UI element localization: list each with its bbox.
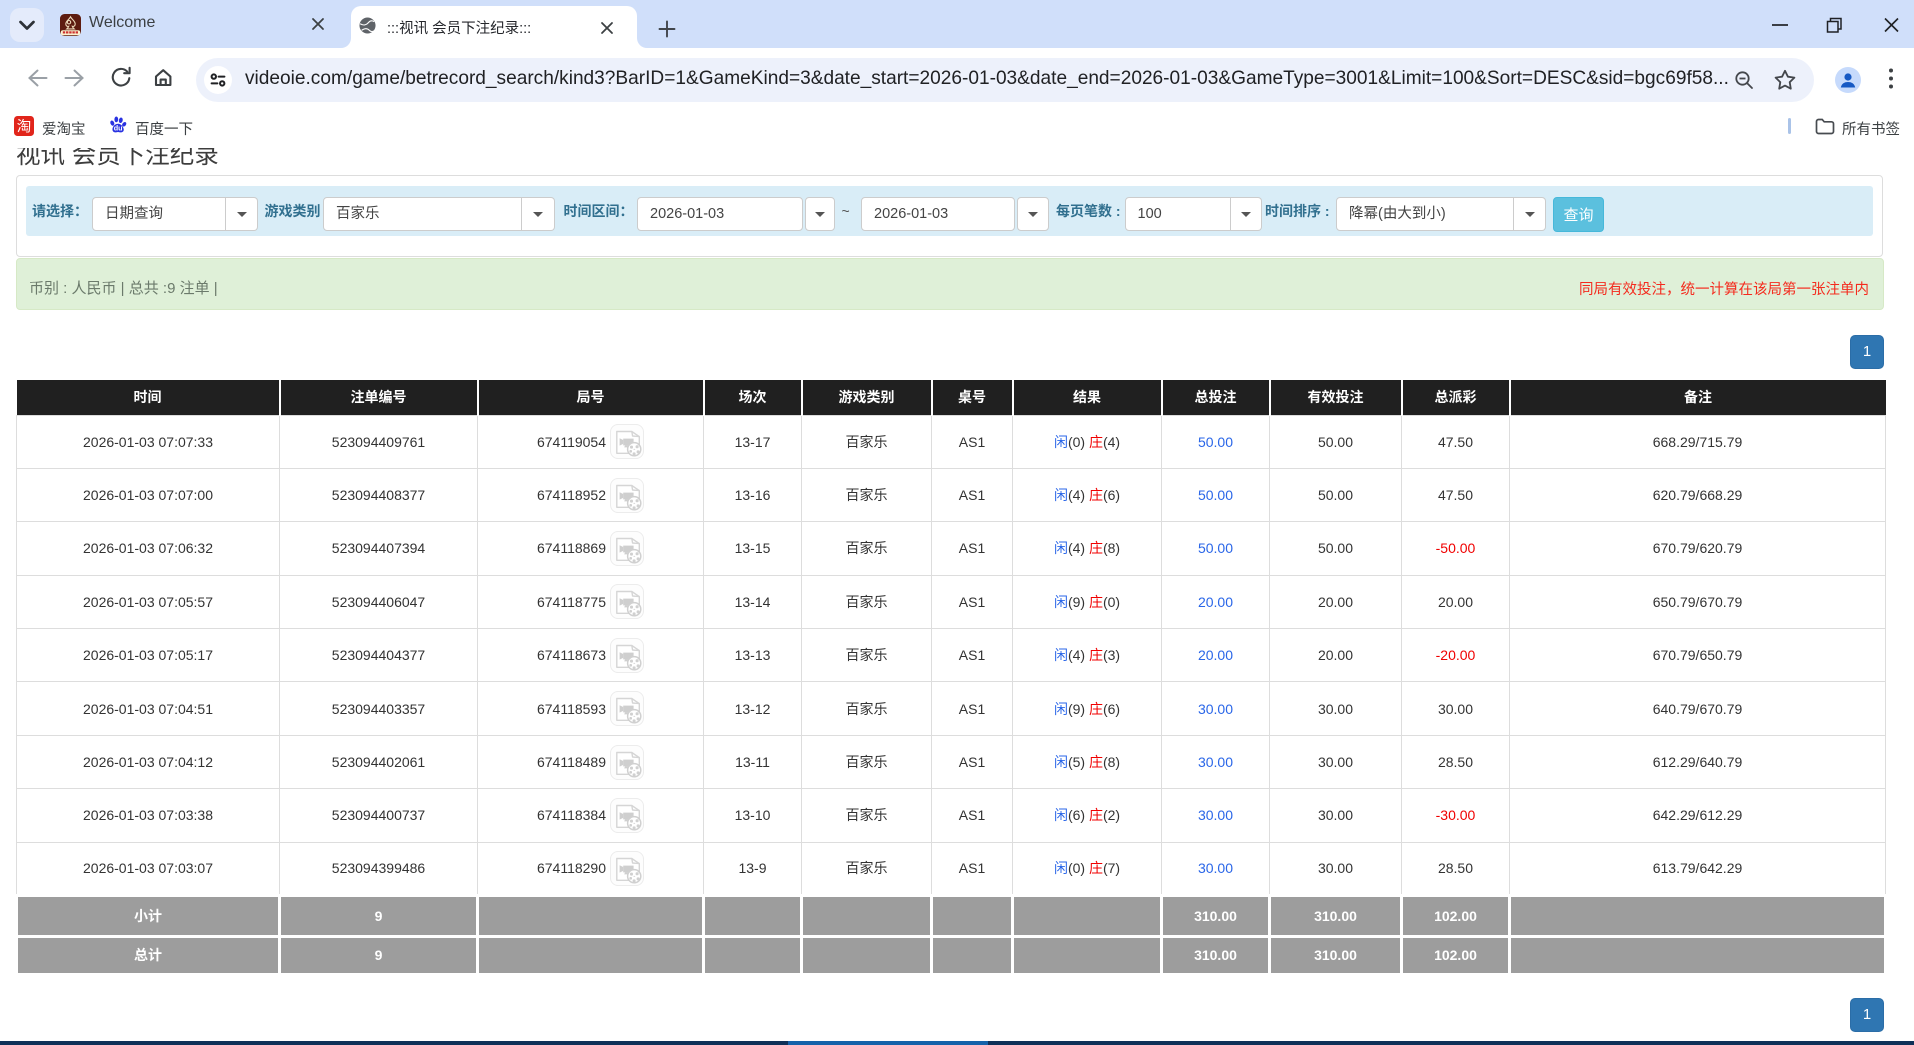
svg-text:du: du: [114, 124, 123, 133]
svg-text:淘: 淘: [17, 116, 32, 136]
